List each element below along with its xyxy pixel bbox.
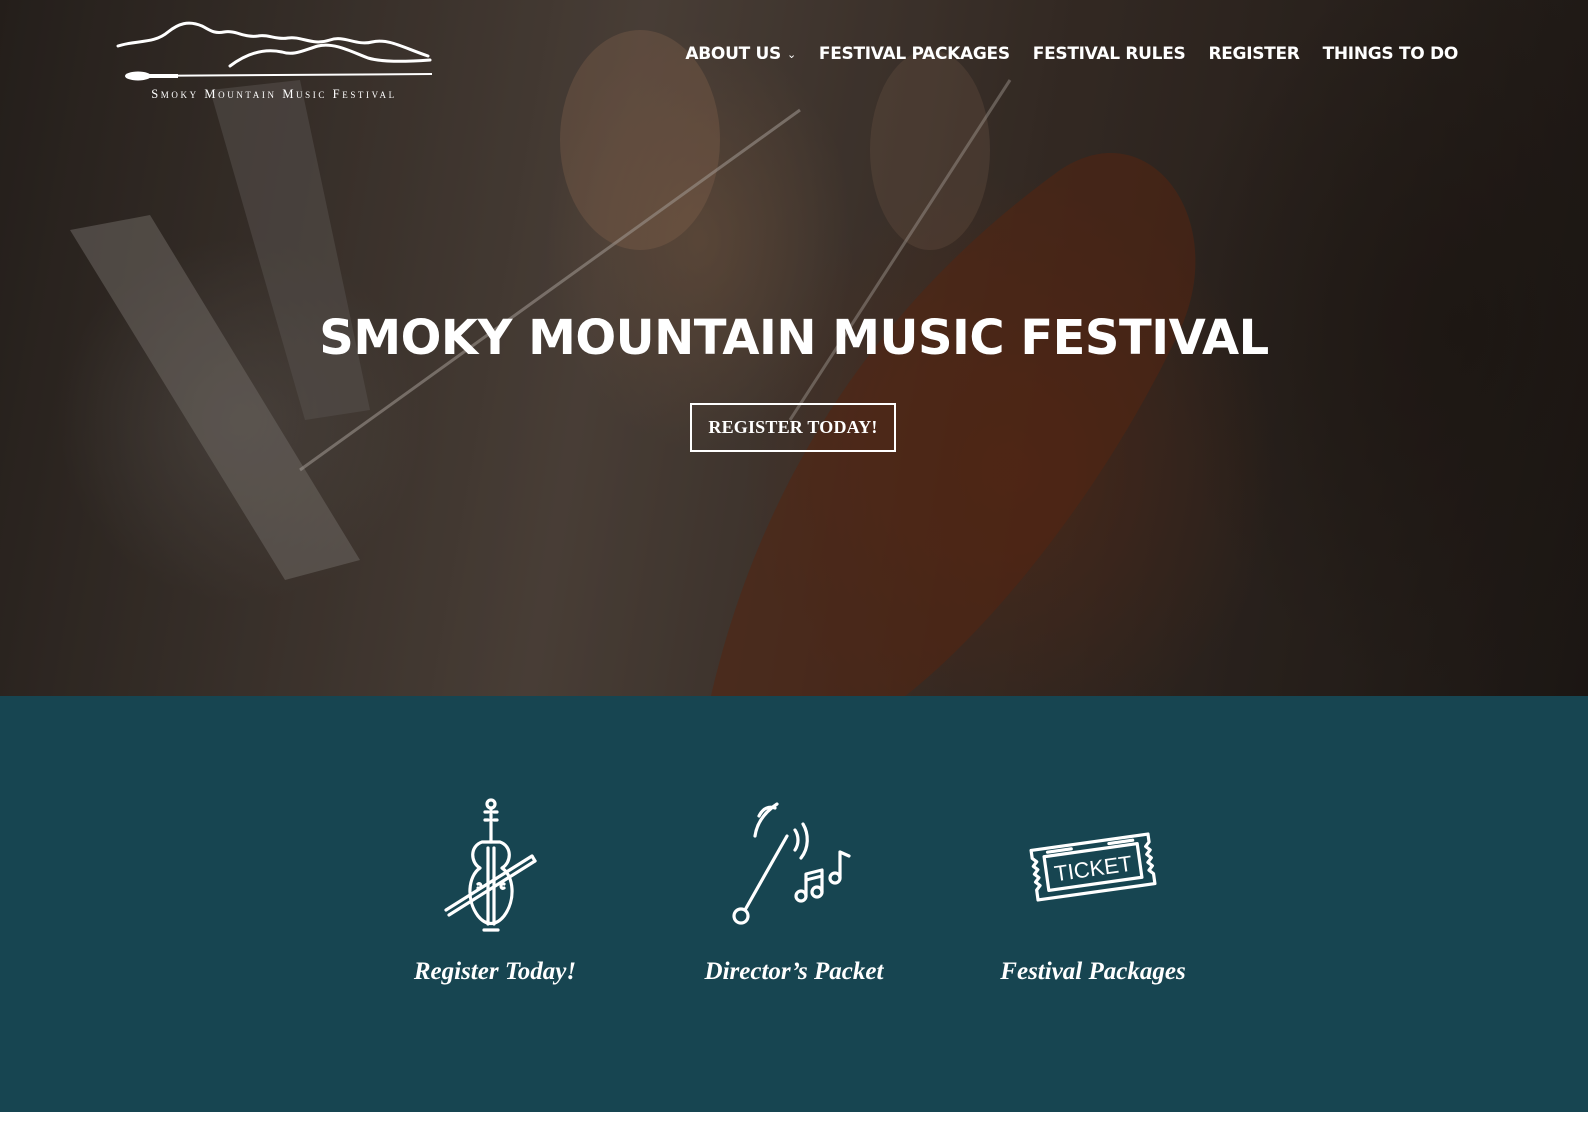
feature-register-today[interactable]: Register Today!: [365, 796, 625, 986]
feature-label: Director’s Packet: [704, 958, 884, 985]
nav-item-label: ABOUT US: [685, 44, 781, 64]
chevron-down-icon: ⌄: [786, 47, 796, 61]
logo-text: Smoky Mountain Music Festival: [151, 87, 397, 101]
hero-title: SMOKY MOUNTAIN MUSIC FESTIVAL: [319, 310, 1269, 366]
nav-item-register[interactable]: REGISTER: [1208, 44, 1299, 64]
ticket-icon: TICKET: [963, 796, 1223, 938]
features-section: Register Today! Director’s Packet TICKET…: [0, 696, 1588, 1112]
feature-festival-packages[interactable]: TICKET Festival Packages: [963, 796, 1223, 986]
nav-item-festival-packages[interactable]: FESTIVAL PACKAGES: [819, 44, 1010, 64]
feature-label: Register Today!: [413, 958, 577, 985]
mountain-baton-logo-icon: [116, 21, 433, 81]
register-today-button[interactable]: REGISTER TODAY!: [690, 403, 896, 452]
site-logo[interactable]: Smoky Mountain Music Festival: [116, 18, 436, 106]
nav-item-about-us[interactable]: ABOUT US ⌄: [685, 44, 796, 64]
cello-icon: [365, 796, 625, 938]
conductor-baton-music-notes-icon: [664, 796, 924, 938]
hero-section: Smoky Mountain Music Festival ABOUT US ⌄…: [0, 0, 1588, 696]
feature-label: Festival Packages: [1000, 958, 1186, 985]
feature-directors-packet[interactable]: Director’s Packet: [664, 796, 924, 986]
main-navigation: ABOUT US ⌄ FESTIVAL PACKAGES FESTIVAL RU…: [685, 44, 1458, 64]
nav-item-things-to-do[interactable]: THINGS TO DO: [1323, 44, 1459, 64]
nav-item-festival-rules[interactable]: FESTIVAL RULES: [1033, 44, 1186, 64]
